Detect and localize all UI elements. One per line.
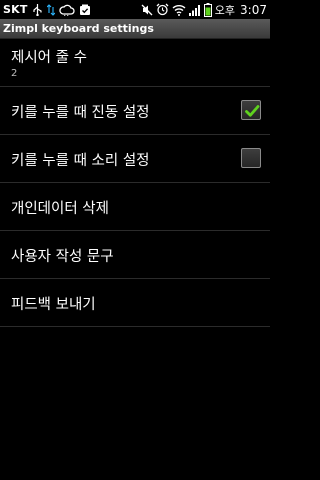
setting-delete-personal-data[interactable]: 개인데이터 삭제 [0,183,270,231]
mute-icon [141,4,153,16]
setting-user-phrases[interactable]: 사용자 작성 문구 [0,231,270,279]
setting-label: 키를 누를 때 진동 설정 [11,105,150,121]
setting-send-feedback[interactable]: 피드백 보내기 [0,279,270,327]
usb-icon [32,3,43,16]
setting-label: 사용자 작성 문구 [11,249,114,265]
alarm-icon [156,3,169,16]
title-bar: Zimpl keyboard settings [0,19,270,39]
status-icons-left [32,3,91,16]
setting-sound-on-keypress[interactable]: 키를 누를 때 소리 설정 [0,135,270,183]
status-icons-right: 오후 3:07 [141,0,267,19]
carrier-name: SKT [3,3,28,16]
wifi-icon [172,4,186,16]
weather-cloud-icon [58,4,75,16]
setting-label: 제시어 줄 수 [11,50,87,66]
setting-suggestion-rows[interactable]: 제시어 줄 수 2 [0,39,270,87]
setting-label: 개인데이터 삭제 [11,201,109,217]
page-title: Zimpl keyboard settings [3,22,154,35]
setting-summary: 2 [11,68,18,79]
sound-checkbox[interactable] [241,148,261,168]
battery-icon [203,2,212,17]
setting-label: 키를 누를 때 소리 설정 [11,153,150,169]
settings-list: 제시어 줄 수 2 키를 누를 때 진동 설정 키를 누를 때 소리 설정 개인… [0,39,270,327]
status-ampm: 오후 [214,3,236,17]
data-transfer-icon [46,3,55,16]
checkmark-icon [245,105,260,117]
notification-icon [79,4,91,16]
setting-vibrate-on-keypress[interactable]: 키를 누를 때 진동 설정 [0,87,270,135]
signal-icon [188,4,201,16]
setting-label: 피드백 보내기 [11,297,96,313]
status-bar: SKT 오후 3:07 [0,0,270,19]
vibrate-checkbox[interactable] [241,100,261,120]
status-time: 3:07 [240,2,267,17]
